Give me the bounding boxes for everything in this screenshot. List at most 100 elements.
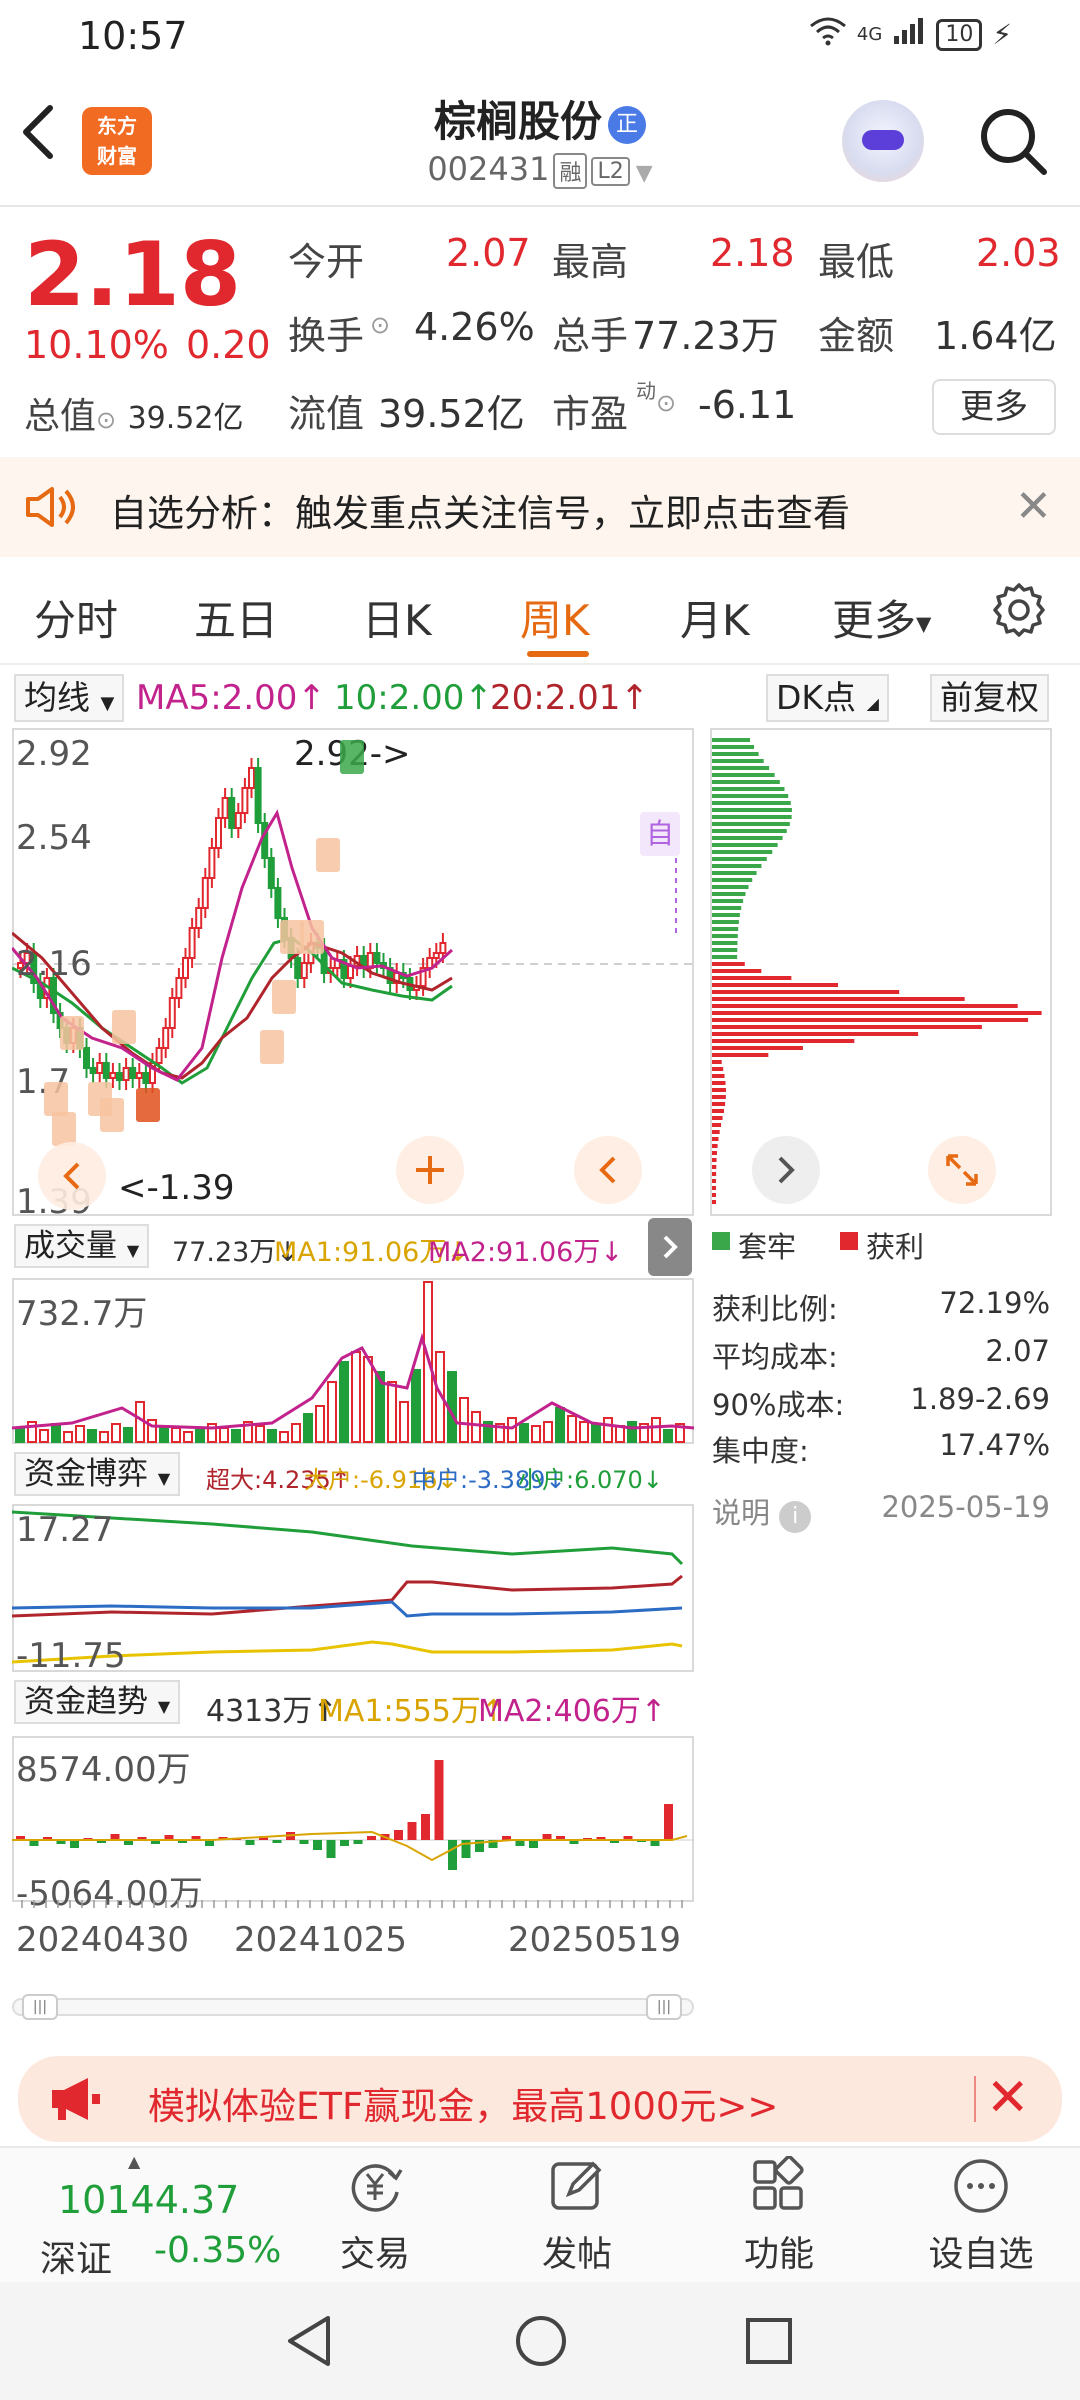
market-cap: 总值⊙ 39.52亿: [24, 387, 243, 439]
volume-bar: [51, 1423, 61, 1443]
volume-bar: [291, 1423, 301, 1443]
stock-header: 东方 财富 棕榈股份正 002431 融 L2 ▼: [0, 72, 1080, 207]
candle: [168, 997, 176, 1029]
nav-post-label: 发帖: [541, 2235, 612, 2275]
volume-indicator-select[interactable]: 成交量 ▼: [14, 1224, 150, 1268]
index-change[interactable]: -0.35%: [154, 2230, 281, 2271]
indicator-select[interactable]: 均线 ▼: [14, 674, 125, 722]
trend-bar: [407, 1822, 417, 1840]
chart-left-button[interactable]: [38, 1142, 106, 1210]
nav-post[interactable]: 发帖: [502, 2156, 652, 2277]
nav-add-watchlist[interactable]: 设自选: [906, 2156, 1056, 2277]
chip-bar: [712, 843, 778, 847]
capital-trend-select[interactable]: 资金趋势 ▼: [14, 1680, 181, 1724]
chip-bar: [712, 759, 764, 763]
candle: [439, 942, 447, 954]
self-select-tag[interactable]: 自: [640, 812, 680, 856]
tab-daily-k[interactable]: 日K: [362, 587, 432, 648]
close-icon[interactable]: ✕: [986, 2068, 1030, 2128]
status-time: 10:57: [78, 14, 188, 58]
collapse-panel-button[interactable]: [648, 1218, 692, 1276]
candle: [182, 957, 189, 979]
candle: [300, 962, 308, 979]
range-handle-left[interactable]: |||: [22, 1994, 58, 2020]
volume-bar: [339, 1361, 349, 1443]
cost90-label: 90%成本:: [712, 1388, 845, 1422]
recents-square-icon[interactable]: [744, 2316, 794, 2366]
td-tag: [136, 1088, 160, 1122]
tab-weekly-k[interactable]: 周K: [520, 587, 590, 648]
home-circle-icon[interactable]: [514, 2314, 568, 2368]
more-dots-icon: [954, 2159, 1008, 2213]
volume-bar: [159, 1425, 169, 1443]
chip-bar: [712, 1200, 717, 1204]
adjust-price-button[interactable]: 前复权: [930, 674, 1049, 722]
chip-bar: [712, 1074, 725, 1078]
turnover-label: 换手: [288, 314, 365, 358]
capital-game-y-low: -11.75: [16, 1636, 126, 1676]
assistant-avatar[interactable]: [842, 100, 924, 182]
chip-bar: [712, 815, 792, 819]
chip-bar: [712, 1130, 720, 1134]
float-value: 39.52亿: [378, 392, 525, 436]
candle: [175, 977, 183, 999]
volume-bar: [543, 1421, 553, 1443]
change-amount: 0.20: [186, 323, 271, 367]
zheng-badge: 正: [608, 105, 646, 144]
chip-bar: [712, 1123, 722, 1127]
chip-bar: [712, 955, 738, 959]
candle: [83, 1047, 90, 1069]
chip-next-button[interactable]: [752, 1136, 820, 1204]
promo-banner[interactable]: 模拟体验ETF赢现金，最高1000元>> ✕: [18, 2056, 1062, 2142]
capital-game-select[interactable]: 资金博弈 ▼: [14, 1452, 181, 1496]
tab-five-day[interactable]: 五日: [194, 587, 278, 648]
chip-bar: [712, 1081, 726, 1085]
back-triangle-icon[interactable]: [284, 2314, 334, 2368]
chip-bar: [712, 1039, 855, 1043]
level2-tag: L2: [591, 156, 630, 186]
index-value[interactable]: 10144.37: [58, 2178, 239, 2222]
chip-bar: [712, 1137, 719, 1141]
search-button[interactable]: [978, 106, 1048, 176]
td-tag: [316, 838, 340, 872]
range-scrollbar[interactable]: [12, 1998, 694, 2016]
capital-trend-y-high: 8574.00万: [16, 1750, 191, 1790]
promo-text: 模拟体验ETF赢现金，最高1000元>>: [148, 2085, 779, 2128]
caret-down-icon: ▼: [126, 1241, 140, 1260]
chip-bar: [712, 836, 783, 840]
tab-intraday[interactable]: 分时: [34, 587, 118, 648]
x-date-mid: 20241025: [234, 1920, 408, 1960]
chip-note-link[interactable]: 说明 i: [712, 1490, 812, 1533]
range-handle-right[interactable]: |||: [646, 1994, 682, 2020]
nav-trade[interactable]: 交易: [300, 2156, 450, 2277]
candle: [254, 767, 262, 824]
mid-investor-line: [12, 1600, 683, 1618]
trend-bar: [272, 1840, 282, 1843]
volume-bar: [171, 1427, 181, 1443]
index-name[interactable]: 深证: [40, 2230, 112, 2282]
cost90-value: 1.89-2.69: [910, 1382, 1050, 1416]
candle: [162, 1027, 170, 1049]
td-tag: [272, 980, 296, 1014]
nav-functions[interactable]: 功能: [704, 2155, 854, 2277]
battery-icon: 10: [936, 18, 983, 51]
chip-bar: [712, 1102, 726, 1106]
chart-add-button[interactable]: [396, 1136, 464, 1204]
dk-point-button[interactable]: DK点 ◢: [766, 674, 889, 722]
gear-icon[interactable]: [990, 581, 1048, 639]
volume-bar: [627, 1421, 637, 1443]
alert-banner[interactable]: 自选分析：触发重点关注信号，立即点击查看 ✕: [0, 457, 1080, 557]
candle: [347, 965, 354, 979]
pe-label: 市盈: [552, 392, 629, 436]
close-icon[interactable]: ✕: [1015, 481, 1052, 532]
tab-monthly-k[interactable]: 月K: [680, 587, 750, 648]
more-quote-button[interactable]: 更多: [932, 379, 1056, 435]
pe-info-icon: ⊙: [656, 389, 677, 417]
chip-expand-button[interactable]: [928, 1136, 996, 1204]
trend-bar: [245, 1840, 255, 1845]
tab-more[interactable]: 更多▼: [832, 587, 931, 648]
chart-back-button[interactable]: [574, 1136, 642, 1204]
chip-bar: [712, 927, 739, 931]
chip-bar: [712, 920, 739, 924]
volume-bar: [303, 1413, 313, 1443]
